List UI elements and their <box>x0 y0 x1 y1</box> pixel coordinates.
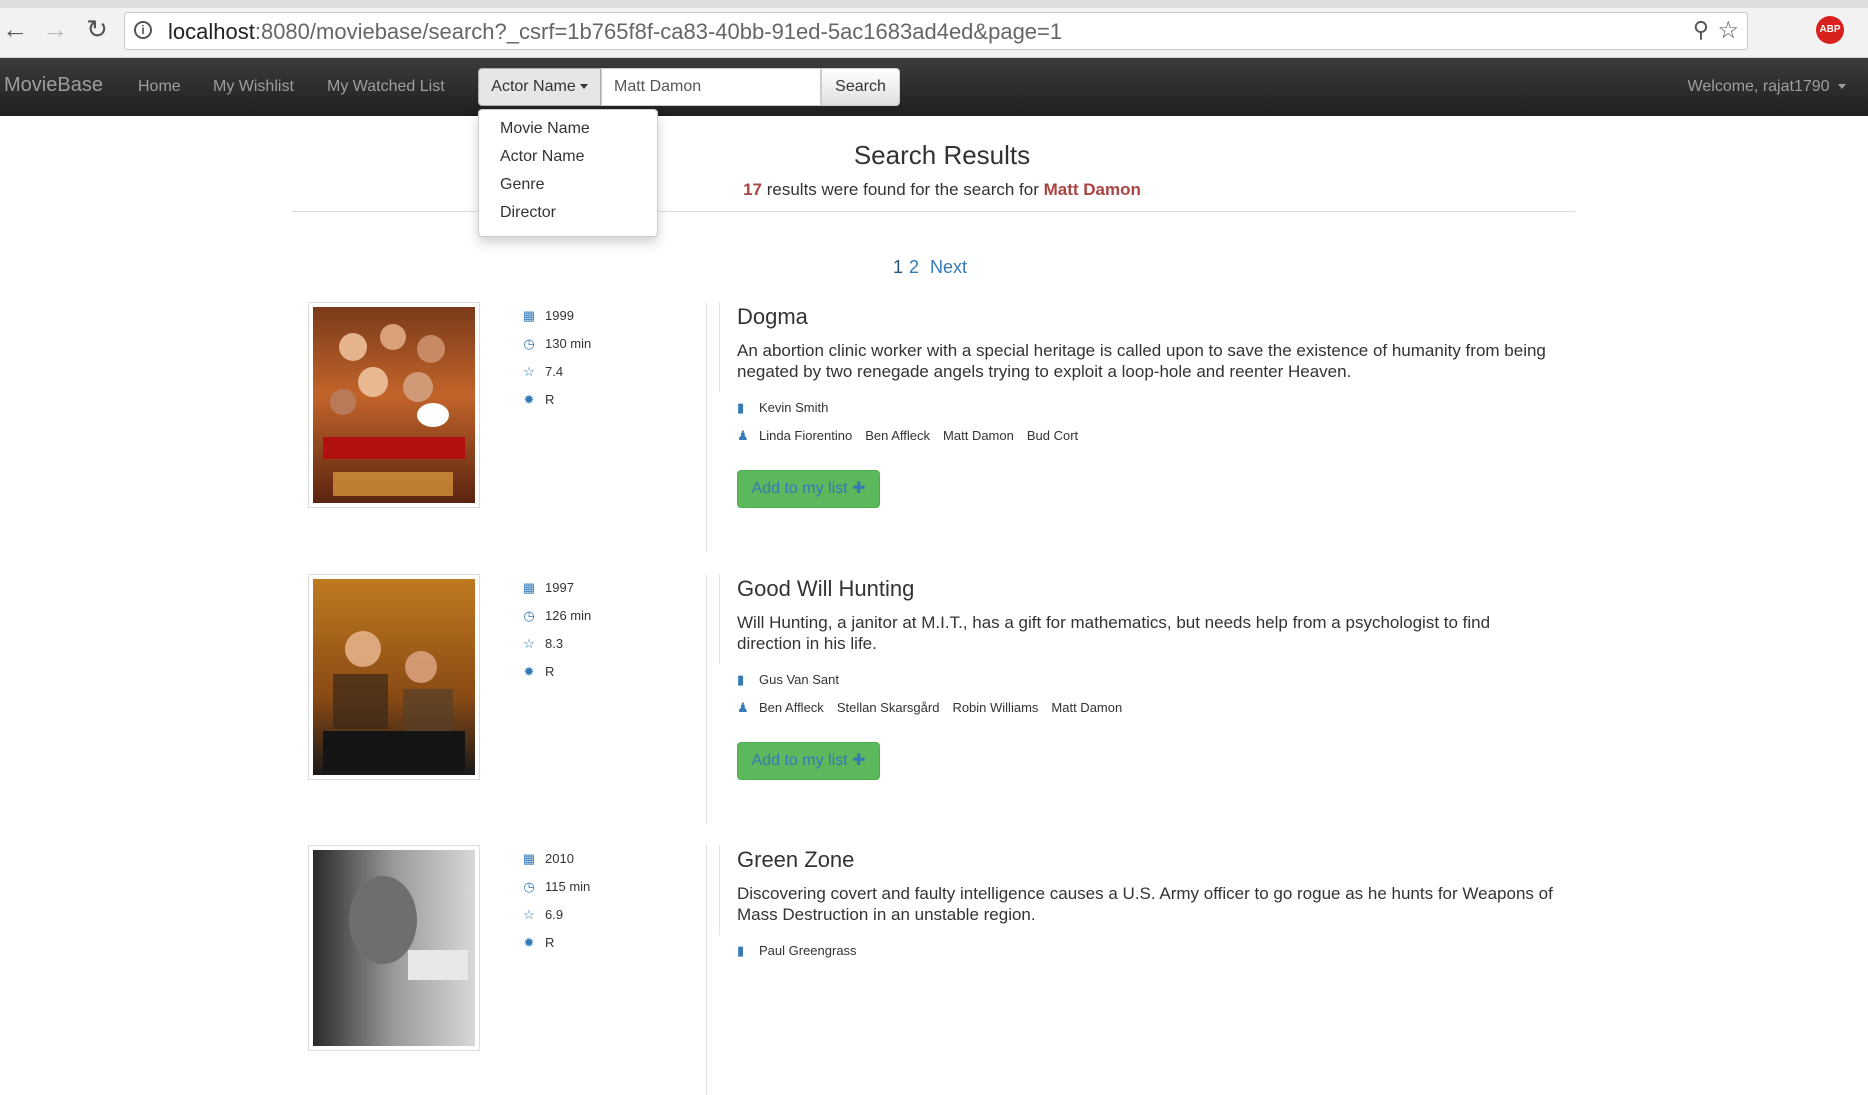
movie-poster[interactable] <box>308 302 480 508</box>
caret-down-icon <box>579 84 588 90</box>
movie-cast: ♟ Linda Fiorentino Ben Affleck Matt Damon Bu… <box>737 428 1079 443</box>
add-to-list-button[interactable]: Add to my list ✚ <box>737 470 880 508</box>
brand-logo[interactable]: MovieBase <box>4 74 103 97</box>
movie-meta: ▦ 1999 ◷ 130 min ☆ 7.4 ✹ R <box>506 302 707 552</box>
search-input[interactable] <box>601 68 821 106</box>
forward-icon[interactable]: → <box>40 14 70 44</box>
divider <box>719 574 720 664</box>
search-type-dropdown[interactable]: Actor Name <box>478 68 601 106</box>
page-title: Search Results <box>853 140 1031 170</box>
movie-title[interactable]: Dogma <box>737 304 808 330</box>
movie-poster[interactable] <box>308 845 480 1051</box>
video-camera-icon: ▮ <box>737 400 745 415</box>
movie-rating: ☆ 8.3 <box>523 636 564 651</box>
address-bar[interactable]: i localhost:8080/moviebase/search?_csrf=… <box>124 12 1748 50</box>
menu-item-director[interactable]: Director <box>500 204 556 222</box>
calendar-icon: ▦ <box>522 580 536 595</box>
video-camera-icon: ▮ <box>737 943 745 958</box>
movie-cast: ♟ Ben Affleck Stellan Skarsgård Robin Willi… <box>737 700 1123 715</box>
movie-poster[interactable] <box>308 574 480 780</box>
zoom-icon[interactable]: ⚲ <box>1693 17 1709 43</box>
star-icon: ☆ <box>523 907 535 922</box>
menu-item-movie-name[interactable]: Movie Name <box>500 120 590 138</box>
page-next-link[interactable]: Next <box>930 257 967 277</box>
tab-strip <box>0 0 1868 8</box>
movie-director: ▮ Kevin Smith <box>737 400 829 415</box>
menu-item-genre[interactable]: Genre <box>500 176 544 194</box>
adblock-icon[interactable]: ABP <box>1816 16 1844 44</box>
navbar: MovieBase Home My Wishlist My Watched Li… <box>0 58 1868 116</box>
bookmark-star-icon[interactable]: ☆ <box>1717 16 1739 45</box>
results-text: results were found for the search for <box>762 180 1044 199</box>
caret-down-icon <box>1838 84 1846 90</box>
movie-meta: ▦ 2010 ◷ 115 min ☆ 6.9 ✹ R <box>506 845 707 1095</box>
clock-icon: ◷ <box>523 608 535 623</box>
user-menu[interactable]: Welcome, rajat1790 <box>1688 78 1846 96</box>
browser-toolbar: ← → ↻ i localhost:8080/moviebase/search?… <box>0 0 1868 58</box>
movie-year: ▦ 2010 <box>522 851 574 866</box>
star-icon: ☆ <box>523 636 535 651</box>
movie-certificate: ✹ R <box>523 935 555 950</box>
clock-icon: ◷ <box>523 879 535 894</box>
clock-icon: ◷ <box>523 336 535 351</box>
menu-item-actor-name[interactable]: Actor Name <box>500 148 584 166</box>
back-icon[interactable]: ← <box>0 14 30 44</box>
star-icon: ☆ <box>523 364 535 379</box>
url-text[interactable]: localhost:8080/moviebase/search?_csrf=1b… <box>168 19 1062 45</box>
add-to-list-button[interactable]: Add to my list ✚ <box>737 742 880 780</box>
user-icon: ♟ <box>737 428 749 443</box>
results-count: 17 <box>743 180 763 199</box>
movie-title[interactable]: Good Will Hunting <box>737 576 914 602</box>
movie-meta: ▦ 1997 ◷ 126 min ☆ 8.3 ✹ R <box>506 574 707 824</box>
plus-icon: ✚ <box>852 480 866 497</box>
movie-certificate: ✹ R <box>523 664 555 679</box>
movie-rating: ☆ 7.4 <box>523 364 564 379</box>
nav-home[interactable]: Home <box>138 78 181 96</box>
divider <box>719 302 720 392</box>
movie-description: An abortion clinic worker with a special… <box>737 341 1546 381</box>
search-type-label: Actor Name <box>491 78 576 95</box>
movie-title[interactable]: Green Zone <box>737 847 854 873</box>
video-camera-icon: ▮ <box>737 672 745 687</box>
pagination: 12 Next <box>893 257 973 278</box>
movie-director: ▮ Gus Van Sant <box>737 672 839 687</box>
user-icon: ♟ <box>737 700 749 715</box>
movie-year: ▦ 1999 <box>522 308 574 323</box>
movie-director: ▮ Paul Greengrass <box>737 943 857 958</box>
divider <box>719 845 720 935</box>
info-icon[interactable]: i <box>134 21 152 39</box>
plus-icon: ✚ <box>852 752 866 769</box>
results-query: Matt Damon <box>1043 180 1141 199</box>
search-type-menu: Movie Name Actor Name Genre Director <box>478 109 658 237</box>
movie-rating: ☆ 6.9 <box>523 907 564 922</box>
movie-runtime: ◷ 130 min <box>523 336 592 351</box>
certificate-icon: ✹ <box>523 935 535 950</box>
page-link-1[interactable]: 1 <box>893 257 903 277</box>
calendar-icon: ▦ <box>522 851 536 866</box>
reload-icon[interactable]: ↻ <box>82 14 112 44</box>
page-link-2[interactable]: 2 <box>909 257 919 277</box>
nav-wishlist[interactable]: My Wishlist <box>213 78 294 96</box>
search-button[interactable]: Search <box>821 68 900 106</box>
certificate-icon: ✹ <box>523 392 535 407</box>
movie-runtime: ◷ 126 min <box>523 608 592 623</box>
results-summary: 17 results were found for the search for… <box>0 180 1868 200</box>
certificate-icon: ✹ <box>523 664 535 679</box>
calendar-icon: ▦ <box>522 308 536 323</box>
movie-year: ▦ 1997 <box>522 580 574 595</box>
movie-runtime: ◷ 115 min <box>523 879 591 894</box>
welcome-text: Welcome, rajat1790 <box>1687 78 1830 95</box>
movie-description: Discovering covert and faulty intelligen… <box>737 884 1553 924</box>
movie-description: Will Hunting, a janitor at M.I.T., has a… <box>737 613 1491 653</box>
movie-certificate: ✹ R <box>523 392 555 407</box>
nav-watched-list[interactable]: My Watched List <box>327 78 445 96</box>
